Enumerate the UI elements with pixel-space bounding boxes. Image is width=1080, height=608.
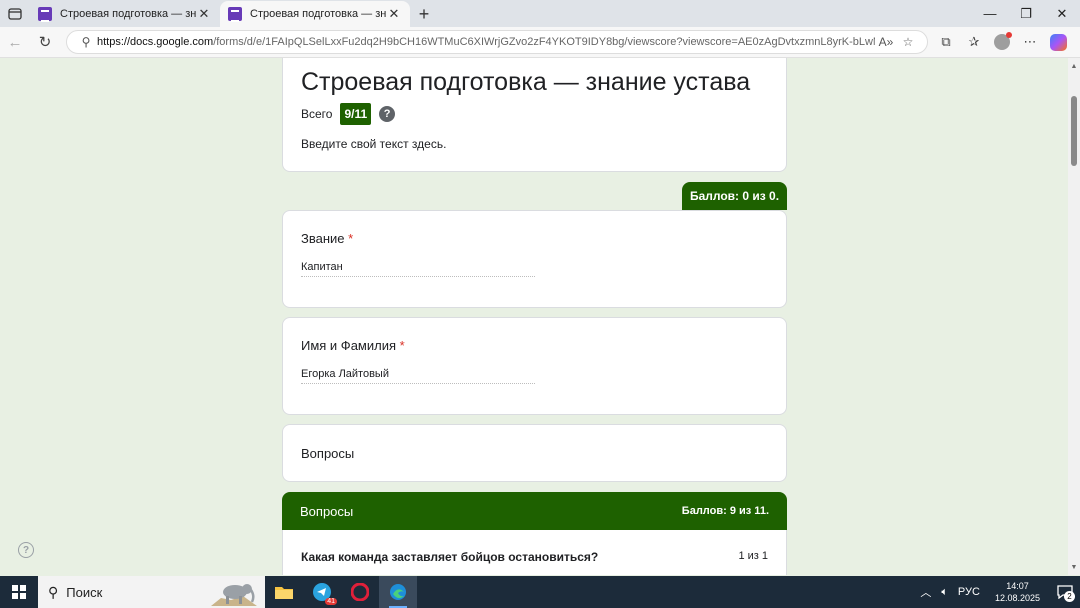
refresh-icon[interactable]: ↻	[30, 27, 60, 57]
section-title-card: Вопросы	[282, 424, 787, 482]
required-mark: *	[399, 338, 405, 353]
tab-actions-icon	[8, 7, 22, 20]
back-arrow-icon[interactable]: ←	[0, 27, 30, 57]
form-description: Введите свой текст здесь.	[301, 137, 447, 151]
avatar-icon	[994, 32, 1012, 50]
telegram-app[interactable]: 41	[303, 576, 341, 608]
edge-app[interactable]	[379, 576, 417, 608]
scroll-thumb[interactable]	[1071, 96, 1077, 166]
new-tab-button[interactable]: +	[410, 1, 438, 27]
points-tab: Баллов: 0 из 0.	[682, 182, 787, 210]
question-label: Звание *	[301, 231, 768, 246]
telegram-badge: 41	[325, 598, 337, 605]
profile-button[interactable]	[988, 28, 1016, 56]
scroll-up-icon[interactable]: ▲	[1068, 60, 1080, 72]
star-icon[interactable]: ☆	[897, 35, 919, 49]
tab-2-active[interactable]: Строевая подготовка — знание устава ✕	[220, 1, 410, 27]
page-scrollbar[interactable]: ▲ ▼	[1068, 58, 1080, 575]
url-path: /forms/d/e/1FAIpQLSelLxxFu2dq2H9bCH16WTM…	[213, 36, 875, 48]
total-score-row: Всего 9/11 ?	[301, 103, 768, 125]
opera-app[interactable]	[341, 576, 379, 608]
section-score: Баллов: 9 из 11.	[681, 505, 769, 517]
more-options-icon[interactable]: ⋯	[1016, 28, 1044, 56]
answer-value: Егорка Лайтовый	[301, 368, 535, 384]
scroll-down-icon[interactable]: ▼	[1068, 561, 1080, 573]
help-icon[interactable]: ?	[379, 106, 396, 122]
question-score: 1 из 1	[738, 550, 768, 562]
tab-1[interactable]: Строевая подготовка — знание устава ✕	[30, 1, 220, 27]
extensions-icon[interactable]: ⧉	[932, 28, 960, 56]
question-label-text: Имя и Фамилия	[301, 338, 397, 353]
read-aloud-icon[interactable]: A»	[875, 35, 897, 49]
taskbar-search[interactable]: ⚲ Поиск	[38, 576, 265, 608]
restore-icon[interactable]: ❐	[1008, 0, 1044, 27]
form-title: Строевая подготовка — знание устава	[301, 68, 751, 96]
window-close-icon[interactable]: ✕	[1044, 0, 1080, 27]
search-label: Поиск	[66, 584, 103, 600]
windows-logo-icon	[12, 585, 26, 599]
file-explorer-app[interactable]	[265, 576, 303, 608]
minimize-icon[interactable]: —	[972, 0, 1008, 27]
question-card-rank: Звание * Капитан	[282, 210, 787, 308]
tab-strip: Строевая подготовка — знание устава ✕ Ст…	[0, 0, 1080, 27]
notification-count: 2	[1064, 591, 1075, 602]
url-domain: https://docs.google.com	[97, 36, 214, 48]
system-tray: ︿ 🔈︎ РУС 14:07 12.08.2025 2	[915, 576, 1080, 608]
elephant-illustration	[211, 584, 257, 606]
address-bar[interactable]: ⚲ https://docs.google.com/forms/d/e/1FAI…	[66, 30, 928, 54]
question-label: Имя и Фамилия *	[301, 338, 768, 353]
chevron-up-icon[interactable]: ︿	[915, 584, 936, 600]
edge-icon	[390, 584, 406, 600]
folder-icon	[275, 587, 293, 599]
clock-date: 12.08.2025	[994, 593, 1040, 603]
google-forms-icon	[38, 7, 52, 22]
site-info-icon[interactable]: ⚲	[75, 35, 97, 49]
question-card-first: Какая команда заставляет бойцов останови…	[282, 530, 787, 575]
tab-title: Строевая подготовка — знание устава	[250, 8, 386, 20]
window-controls: — ❐ ✕	[972, 0, 1080, 27]
tab-actions-menu-button[interactable]	[0, 0, 30, 27]
volume-icon[interactable]: 🔈︎	[936, 586, 953, 599]
total-label: Всего	[301, 107, 333, 121]
start-button[interactable]	[0, 576, 38, 608]
favorites-icon[interactable]: ✰	[960, 28, 988, 56]
section-title: Вопросы	[300, 503, 354, 519]
question-text: Какая команда заставляет бойцов останови…	[301, 550, 599, 564]
copilot-icon	[1049, 33, 1067, 51]
close-icon[interactable]: ✕	[196, 6, 212, 22]
browser-toolbar: ← ↻ ⚲ https://docs.google.com/forms/d/e/…	[0, 27, 1080, 58]
search-icon: ⚲	[48, 583, 59, 600]
url-text[interactable]: https://docs.google.com/forms/d/e/1FAIpQ…	[97, 36, 875, 48]
copilot-button[interactable]	[1044, 28, 1072, 56]
opera-icon	[351, 583, 369, 601]
required-mark: *	[348, 231, 354, 246]
page-viewport: Строевая подготовка — знание устава Всег…	[0, 58, 1080, 575]
google-forms-icon	[228, 7, 242, 22]
question-card-name: Имя и Фамилия * Егорка Лайтовый	[282, 317, 787, 415]
total-score-badge: 9/11	[340, 103, 372, 125]
windows-taskbar: ⚲ Поиск 41 ︿ 🔈︎ РУС 14:07 12.08.2025 2	[0, 576, 1080, 608]
notifications-button[interactable]: 2	[1050, 576, 1080, 608]
section-card-title: Вопросы	[301, 445, 355, 461]
close-icon[interactable]: ✕	[386, 6, 402, 22]
clock-time: 14:07	[1006, 581, 1029, 591]
floating-help-icon[interactable]: ?	[18, 542, 34, 558]
form-header-card: Строевая подготовка — знание устава Всег…	[282, 58, 787, 172]
answer-value: Капитан	[301, 261, 535, 277]
language-indicator[interactable]: РУС	[953, 586, 985, 598]
question-label-text: Звание	[301, 231, 345, 246]
tab-title: Строевая подготовка — знание устава	[60, 8, 196, 20]
section-header: Вопросы Баллов: 9 из 11.	[282, 492, 787, 530]
clock[interactable]: 14:07 12.08.2025	[985, 580, 1050, 604]
